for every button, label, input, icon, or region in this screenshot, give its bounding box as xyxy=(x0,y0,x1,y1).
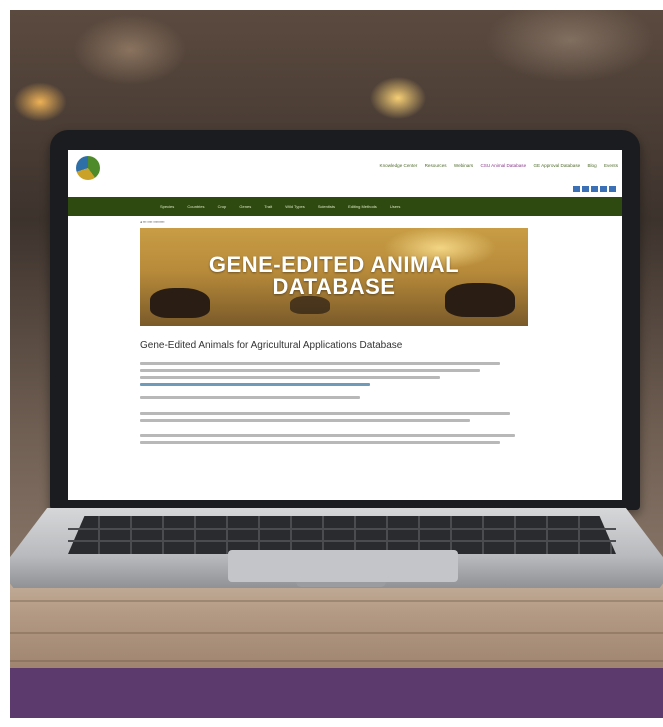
main-nav-item[interactable]: Scientists xyxy=(318,204,335,209)
top-nav: Knowledge Center Resources Webinars CSU … xyxy=(374,163,618,168)
body-text xyxy=(140,362,500,365)
laptop-lip xyxy=(296,582,386,587)
breadcrumb[interactable]: ◂ ▪▪▪ ▪▪▪▪ ▪▪▪▪▪▪▪▪▪ xyxy=(140,220,165,224)
body-text xyxy=(140,412,510,415)
top-nav-item[interactable]: Events xyxy=(604,163,618,168)
top-nav-item[interactable]: Blog xyxy=(587,163,596,168)
body-link[interactable] xyxy=(140,383,370,386)
photo-frame: Knowledge Center Resources Webinars CSU … xyxy=(10,10,663,718)
body-text xyxy=(140,419,470,422)
main-nav-item[interactable]: Species xyxy=(160,204,174,209)
main-nav-item[interactable]: Trait xyxy=(264,204,272,209)
main-nav-item[interactable]: Genes xyxy=(239,204,251,209)
body-text xyxy=(140,369,480,372)
linkedin-icon[interactable] xyxy=(591,186,598,192)
top-nav-item[interactable]: Webinars xyxy=(454,163,473,168)
main-nav-item[interactable]: Countries xyxy=(187,204,204,209)
hero-title-line: DATABASE xyxy=(272,274,396,299)
hero-title-line: GENE-EDITED ANIMAL xyxy=(208,252,460,277)
site-logo[interactable] xyxy=(76,156,100,180)
table-grain xyxy=(10,632,663,634)
laptop-trackpad xyxy=(228,550,458,582)
main-nav-item[interactable]: Users xyxy=(390,204,400,209)
bottom-color-band xyxy=(10,668,663,718)
main-nav-item[interactable]: Editing Methods xyxy=(348,204,377,209)
page-heading: Gene-Edited Animals for Agricultural App… xyxy=(140,340,403,351)
top-nav-item[interactable]: GE Approval Database xyxy=(533,163,580,168)
facebook-icon[interactable] xyxy=(573,186,580,192)
main-nav: Species Countries Crop Genes Trait Wild … xyxy=(160,204,412,209)
body-text xyxy=(140,441,500,444)
keyboard-row xyxy=(68,540,616,542)
main-nav-item[interactable]: Wild Types xyxy=(285,204,305,209)
social-icons xyxy=(573,186,616,192)
hero-title: GENE-EDITED ANIMAL DATABASE xyxy=(140,254,528,298)
youtube-icon[interactable] xyxy=(600,186,607,192)
table-grain xyxy=(10,660,663,662)
table-grain xyxy=(10,600,663,602)
top-nav-item[interactable]: Knowledge Center xyxy=(380,163,418,168)
laptop-keyboard xyxy=(68,516,616,554)
email-icon[interactable] xyxy=(609,186,616,192)
twitter-icon[interactable] xyxy=(582,186,589,192)
body-text xyxy=(140,434,515,437)
top-nav-item[interactable]: Resources xyxy=(425,163,447,168)
laptop-screen: Knowledge Center Resources Webinars CSU … xyxy=(68,150,622,500)
hero-banner: GENE-EDITED ANIMAL DATABASE xyxy=(140,228,528,326)
site-header: Knowledge Center Resources Webinars CSU … xyxy=(68,150,622,186)
main-nav-item[interactable]: Crop xyxy=(218,204,227,209)
top-nav-item[interactable]: CSU Animal Database xyxy=(480,163,526,168)
keyboard-row xyxy=(68,528,616,530)
body-text xyxy=(140,376,440,379)
body-text xyxy=(140,396,360,399)
